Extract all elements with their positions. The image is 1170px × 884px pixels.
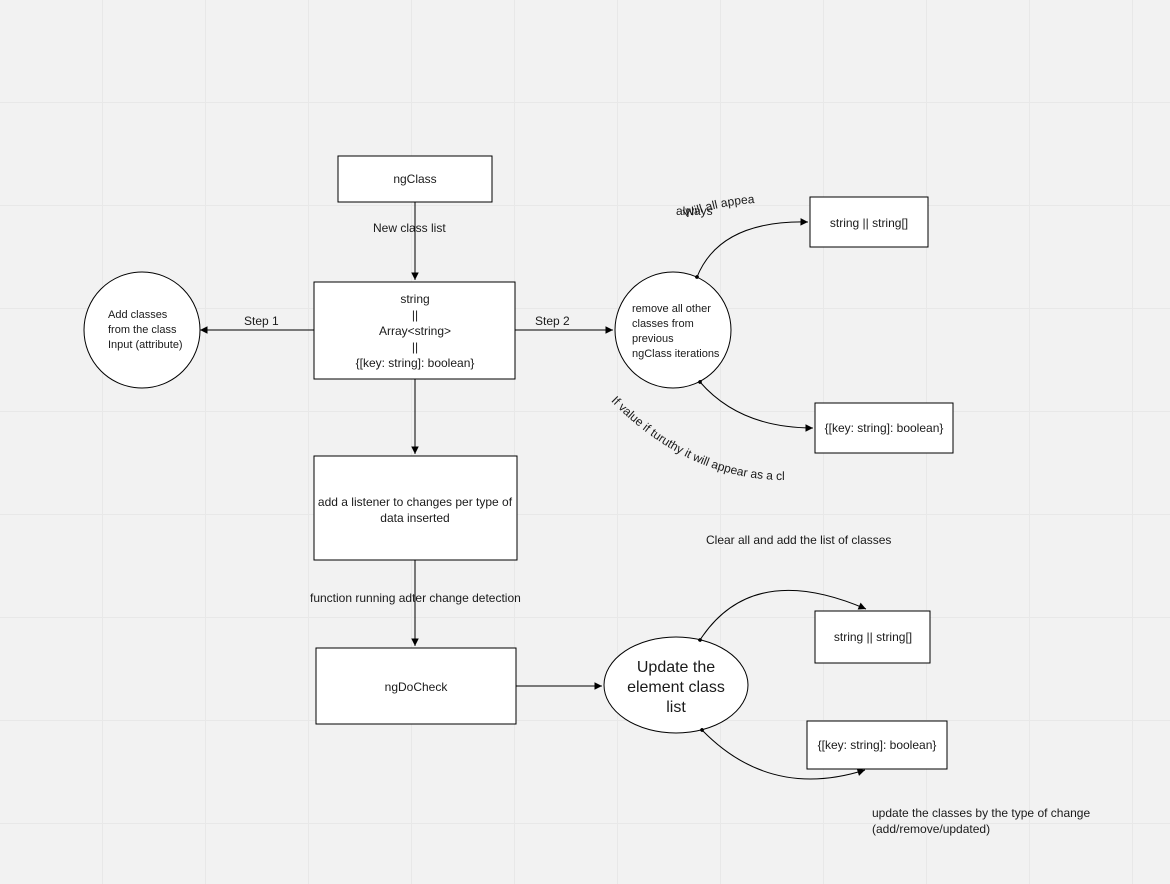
label-after-cd: function running adter change detection bbox=[310, 591, 521, 605]
label-always-appear-l2: always bbox=[676, 204, 713, 218]
node-type-line3: Array<string> bbox=[379, 324, 451, 338]
node-ngclass-label: ngClass bbox=[393, 172, 436, 186]
node-type-line2: || bbox=[412, 308, 418, 322]
node-remove-l3: previous bbox=[632, 333, 674, 345]
node-remove-circle bbox=[615, 272, 731, 388]
node-add-classes-l2: from the class bbox=[108, 324, 177, 336]
node-remove-l1: remove all other bbox=[632, 303, 711, 315]
node-string-or-array-2-label: string || string[] bbox=[834, 630, 912, 644]
node-type-line5: {[key: string]: boolean} bbox=[356, 356, 475, 370]
label-clear-all: Clear all and add the list of classes bbox=[706, 533, 891, 547]
node-remove-l4: ngClass iterations bbox=[632, 348, 720, 360]
node-listener-l2: data inserted bbox=[380, 511, 449, 525]
node-keybool-1-label: {[key: string]: boolean} bbox=[825, 421, 944, 435]
node-string-or-array-1-label: string || string[] bbox=[830, 216, 908, 230]
node-keybool-2-label: {[key: string]: boolean} bbox=[818, 738, 937, 752]
label-step1: Step 1 bbox=[244, 314, 279, 328]
node-listener-l1: add a listener to changes per type of bbox=[318, 495, 513, 509]
edge-remove-to-stringarr bbox=[697, 222, 808, 277]
edge-remove-to-keybool bbox=[700, 382, 813, 428]
node-add-classes-l1: Add classes bbox=[108, 309, 168, 321]
label-new-class-list: New class list bbox=[373, 221, 446, 235]
node-ngdocheck-label: ngDoCheck bbox=[385, 680, 449, 694]
node-type-line4: || bbox=[412, 340, 418, 354]
label-update-by-type-l1: update the classes by the type of change bbox=[872, 806, 1090, 820]
node-add-classes-l3: Input (attribute) bbox=[108, 339, 183, 351]
diagram-canvas: ngClass New class list string || Array<s… bbox=[0, 0, 1170, 884]
node-update-l3: list bbox=[666, 699, 686, 716]
node-update-l2: element class bbox=[627, 679, 725, 696]
label-update-by-type-l2: (add/remove/updated) bbox=[872, 822, 990, 836]
label-step2: Step 2 bbox=[535, 314, 570, 328]
label-if-truthy: If value if turuthy it will appear as a … bbox=[0, 0, 785, 483]
node-update-l1: Update the bbox=[637, 659, 715, 676]
node-remove-l2: classes from bbox=[632, 318, 694, 330]
node-type-line1: string bbox=[400, 292, 429, 306]
